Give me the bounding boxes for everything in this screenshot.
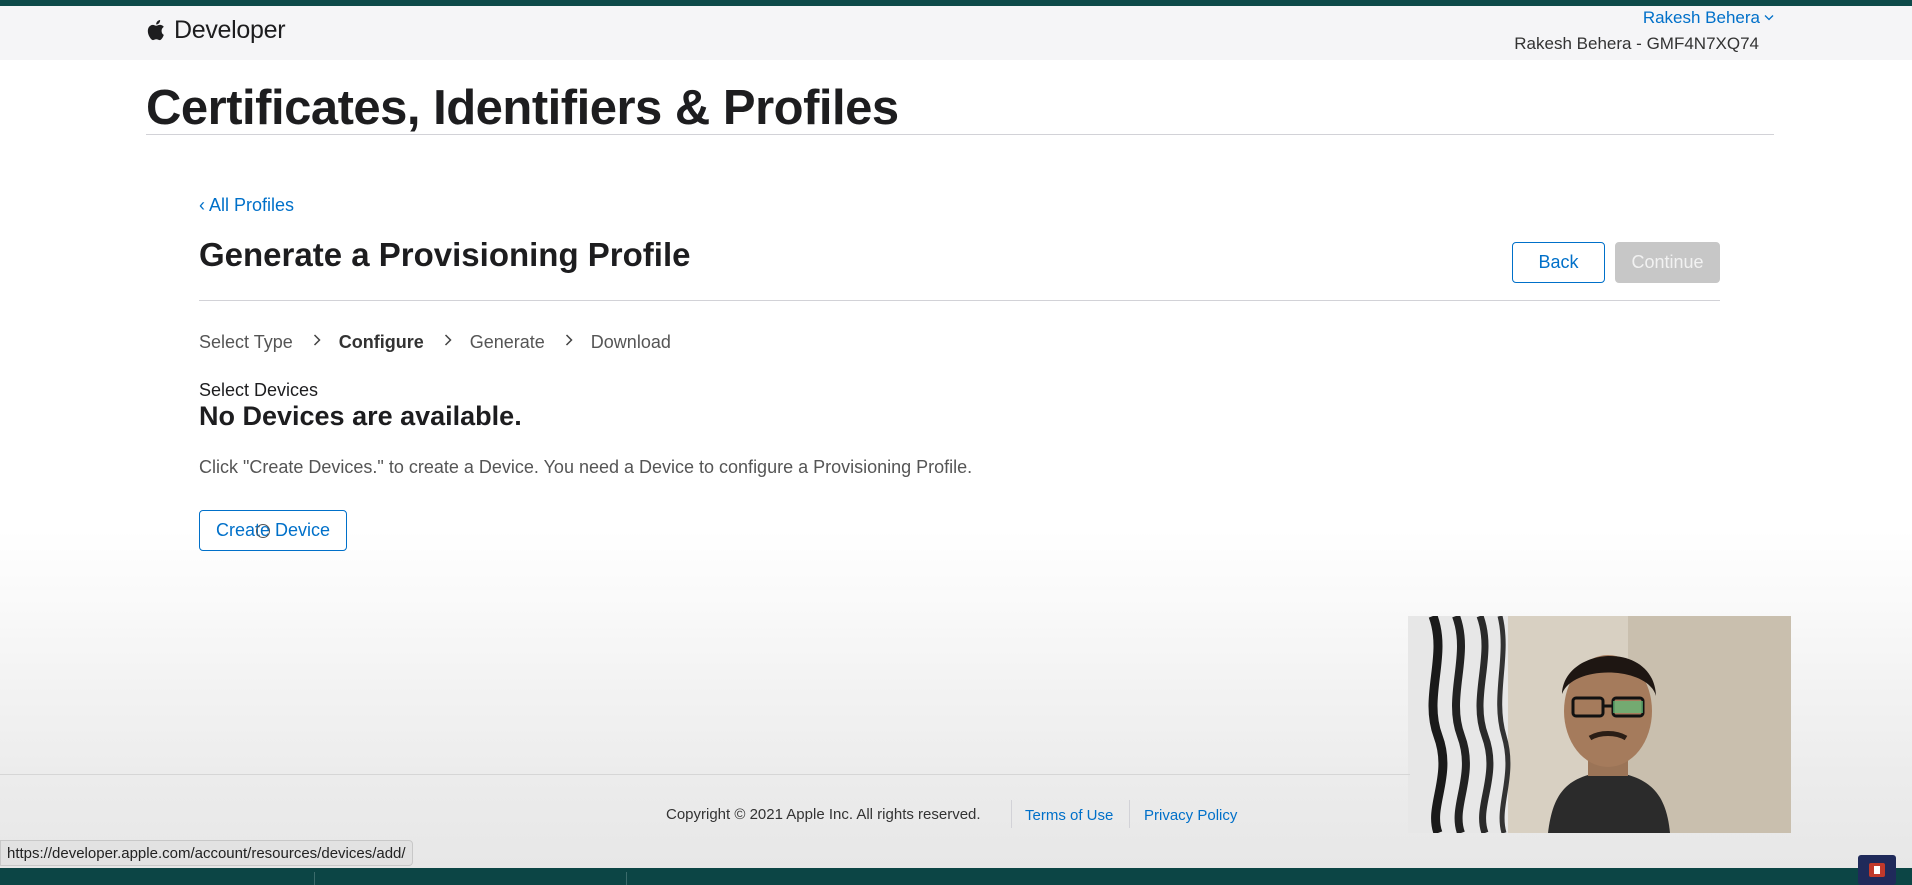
step-generate: Generate bbox=[469, 331, 545, 352]
status-bar-url: https://developer.apple.com/account/reso… bbox=[0, 840, 413, 866]
create-device-button[interactable]: Create Device bbox=[199, 510, 347, 551]
chevron-right-icon bbox=[444, 333, 452, 351]
step-download: Download bbox=[590, 331, 671, 352]
footer-separator bbox=[1011, 800, 1012, 828]
back-button[interactable]: Back bbox=[1512, 242, 1605, 283]
taskbar-separator bbox=[626, 872, 627, 885]
section-divider bbox=[199, 300, 1720, 301]
account-menu[interactable]: Rakesh Behera bbox=[1643, 8, 1774, 28]
all-profiles-link[interactable]: ‹ All Profiles bbox=[199, 195, 294, 216]
developer-brand[interactable]: Developer bbox=[146, 14, 286, 46]
copyright-text: Copyright © 2021 Apple Inc. All rights r… bbox=[666, 806, 981, 823]
section-title: Generate a Provisioning Profile bbox=[199, 236, 691, 273]
account-name: Rakesh Behera bbox=[1642, 8, 1760, 27]
step-select-type: Select Type bbox=[199, 331, 293, 352]
no-devices-description: Click "Create Devices." to create a Devi… bbox=[199, 457, 973, 477]
chevron-right-icon bbox=[313, 333, 321, 351]
webcam-overlay bbox=[1408, 616, 1791, 833]
chevron-down-icon bbox=[1764, 12, 1774, 24]
cursor-icon bbox=[256, 524, 270, 538]
title-divider bbox=[146, 134, 1774, 135]
privacy-policy-link[interactable]: Privacy Policy bbox=[1144, 807, 1237, 824]
team-identifier: Rakesh Behera - GMF4N7XQ74 bbox=[1514, 34, 1759, 53]
taskbar-separator bbox=[314, 872, 315, 885]
brand-name: Developer bbox=[174, 15, 286, 44]
bottom-taskbar bbox=[0, 868, 1912, 885]
footer-divider bbox=[0, 774, 1410, 775]
apple-logo-icon bbox=[146, 17, 168, 43]
no-devices-heading: No Devices are available. bbox=[199, 401, 522, 431]
step-configure: Configure bbox=[338, 331, 424, 352]
footer-separator bbox=[1129, 800, 1130, 828]
terms-of-use-link[interactable]: Terms of Use bbox=[1025, 807, 1113, 824]
page-title: Certificates, Identifiers & Profiles bbox=[146, 81, 899, 135]
step-breadcrumb: Select Type Configure Generate Download bbox=[199, 331, 671, 353]
channel-logo-icon bbox=[1858, 855, 1896, 885]
global-header: Developer Rakesh Behera Rakesh Behera - … bbox=[0, 6, 1912, 60]
select-devices-label: Select Devices bbox=[199, 380, 319, 400]
continue-button[interactable]: Continue bbox=[1615, 242, 1720, 283]
chevron-right-icon bbox=[565, 333, 573, 351]
